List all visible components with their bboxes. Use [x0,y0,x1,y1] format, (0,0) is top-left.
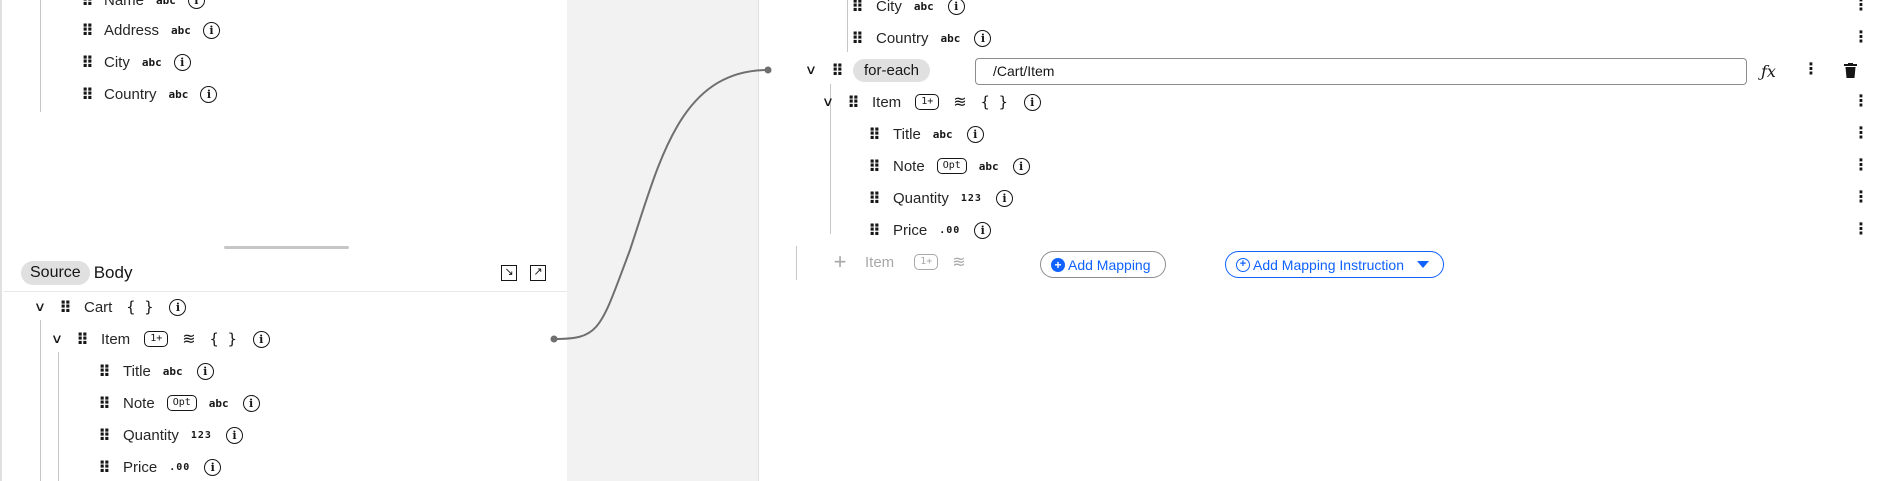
information-icon[interactable]: i [173,53,191,71]
drag-handle-icon[interactable]: ⠿ [97,426,111,445]
layers-icon[interactable]: ≋ [953,92,966,112]
cardinality-badge: 1+ [915,94,940,110]
chevron-down-icon[interactable]: ∨ [47,332,68,347]
information-icon[interactable]: i [242,394,260,412]
schema-row-name[interactable]: ⠿ Name abc i [80,0,205,14]
information-icon[interactable]: i [966,125,984,143]
layers-icon: ≋ [952,254,966,271]
panel-resize-handle[interactable] [224,246,349,249]
add-circle-icon: + [1051,258,1065,272]
drag-handle-icon[interactable]: ⠿ [97,362,111,381]
information-icon[interactable]: i [252,330,270,348]
drag-handle-icon[interactable]: ⠿ [850,29,864,48]
drag-handle-icon[interactable]: ⠿ [80,85,94,104]
mapping-row-city[interactable]: ⠿ City abc i ⋮ [850,0,1869,20]
chevron-down-icon[interactable]: ∨ [818,95,839,110]
drag-handle-icon[interactable]: ⠿ [97,394,111,413]
optional-badge: Opt [166,395,197,411]
source-panel: ⠿ Name abc i ⠿ Address abc i ⠿ City abc … [0,0,569,481]
optional-badge: Opt [936,158,967,174]
information-icon[interactable]: i [947,0,965,15]
add-mapping-button[interactable]: + Add Mapping [1040,251,1166,278]
schema-row-city[interactable]: ⠿ City abc i [80,48,191,76]
overflow-menu-icon[interactable]: ⋮ [1853,88,1869,116]
information-icon[interactable]: i [200,85,218,103]
drag-handle-icon[interactable]: ⠿ [97,458,111,477]
for-each-tag: for-each [853,58,931,82]
information-icon[interactable]: i [196,362,214,380]
source-row-price[interactable]: ⠿ Price .00 i [97,453,222,481]
add-icon[interactable]: + [831,249,849,275]
source-tag: Source [21,260,90,285]
information-icon[interactable]: i [225,426,243,444]
information-icon[interactable]: i [974,29,992,47]
tree-guide-line [796,246,797,280]
mapping-row-quantity[interactable]: ⠿ Quantity 123 i ⋮ [867,184,1869,212]
mapping-row-price[interactable]: ⠿ Price .00 i ⋮ [867,216,1869,244]
connector-gutter [567,0,758,481]
drag-handle-icon[interactable]: ⠿ [867,157,881,176]
schema-row-address[interactable]: ⠿ Address abc i [80,16,220,44]
information-icon[interactable]: i [169,298,187,316]
schema-row-country[interactable]: ⠿ Country abc i [80,80,218,108]
drag-handle-icon[interactable]: ⠿ [846,93,860,112]
mapping-row-country[interactable]: ⠿ Country abc i ⋮ [850,24,1869,52]
information-icon[interactable]: i [995,189,1013,207]
tree-guide-line [58,352,59,481]
source-header: Source Body ↘ ↗ [4,254,569,292]
information-icon[interactable]: i [202,21,220,39]
add-circle-outline-icon: + [1236,258,1250,272]
drag-handle-icon[interactable]: ⠿ [80,21,94,40]
layers-icon[interactable]: ≋ [182,329,195,349]
mapping-row-item[interactable]: ∨ ⠿ Item 1+ ≋ { } i ⋮ [818,88,1869,116]
add-item-row[interactable]: + Item 1+ ≋ [831,248,966,276]
chevron-down-icon[interactable]: ∨ [30,300,51,315]
drag-handle-icon[interactable]: ⠿ [867,221,881,240]
chevron-down-icon[interactable]: ∨ [801,63,822,78]
information-icon[interactable]: i [204,458,222,476]
overflow-menu-icon[interactable]: ⋮ [1853,120,1869,148]
drag-handle-icon[interactable]: ⠿ [867,125,881,144]
for-each-expression-input[interactable]: /Cart/Item [975,58,1747,85]
drag-handle-icon[interactable]: ⠿ [80,53,94,72]
source-title: Body [93,262,133,282]
collapse-icon[interactable]: ↘ [501,265,517,281]
cardinality-badge: 1+ [144,331,169,347]
expand-icon[interactable]: ↗ [530,265,546,281]
caret-down-icon [1416,261,1429,268]
source-row-cart[interactable]: ∨ ⠿ Cart { } i [30,293,187,321]
for-each-row[interactable]: ∨ ⠿ for-each [801,56,931,84]
overflow-menu-icon[interactable]: ⋮ [1853,152,1869,180]
drag-handle-icon[interactable]: ⠿ [75,330,89,349]
drag-handle-icon[interactable]: ⠿ [867,189,881,208]
overflow-menu-icon[interactable]: ⋮ [1853,216,1869,244]
add-mapping-instruction-button[interactable]: + Add Mapping Instruction [1225,251,1444,278]
tree-guide-line [40,320,41,481]
information-icon[interactable]: i [1012,157,1030,175]
source-row-quantity[interactable]: ⠿ Quantity 123 i [97,421,243,449]
tree-guide-line [847,0,848,52]
mapping-row-title[interactable]: ⠿ Title abc i ⋮ [867,120,1869,148]
function-icon[interactable]: ƒx [1761,58,1776,85]
drag-handle-icon[interactable]: ⠿ [850,0,864,16]
information-icon[interactable]: i [187,0,205,9]
trash-icon[interactable] [1844,63,1857,78]
overflow-menu-icon[interactable]: ⋮ [1803,56,1819,84]
source-row-note[interactable]: ⠿ Note Opt abc i [97,389,260,417]
source-row-title[interactable]: ⠿ Title abc i [97,357,214,385]
information-icon[interactable]: i [974,221,992,239]
mapping-row-note[interactable]: ⠿ Note Opt abc i ⋮ [867,152,1869,180]
drag-handle-icon[interactable]: ⠿ [80,0,94,10]
information-icon[interactable]: i [1023,93,1041,111]
cardinality-badge: 1+ [914,254,939,270]
drag-handle-icon[interactable]: ⠿ [830,61,844,80]
overflow-menu-icon[interactable]: ⋮ [1853,24,1869,52]
overflow-menu-icon[interactable]: ⋮ [1853,0,1869,20]
overflow-menu-icon[interactable]: ⋮ [1853,184,1869,212]
source-row-item[interactable]: ∨ ⠿ Item 1+ ≋ { } i [49,325,270,353]
drag-handle-icon[interactable]: ⠿ [58,298,72,317]
tree-guide-line [40,0,41,112]
